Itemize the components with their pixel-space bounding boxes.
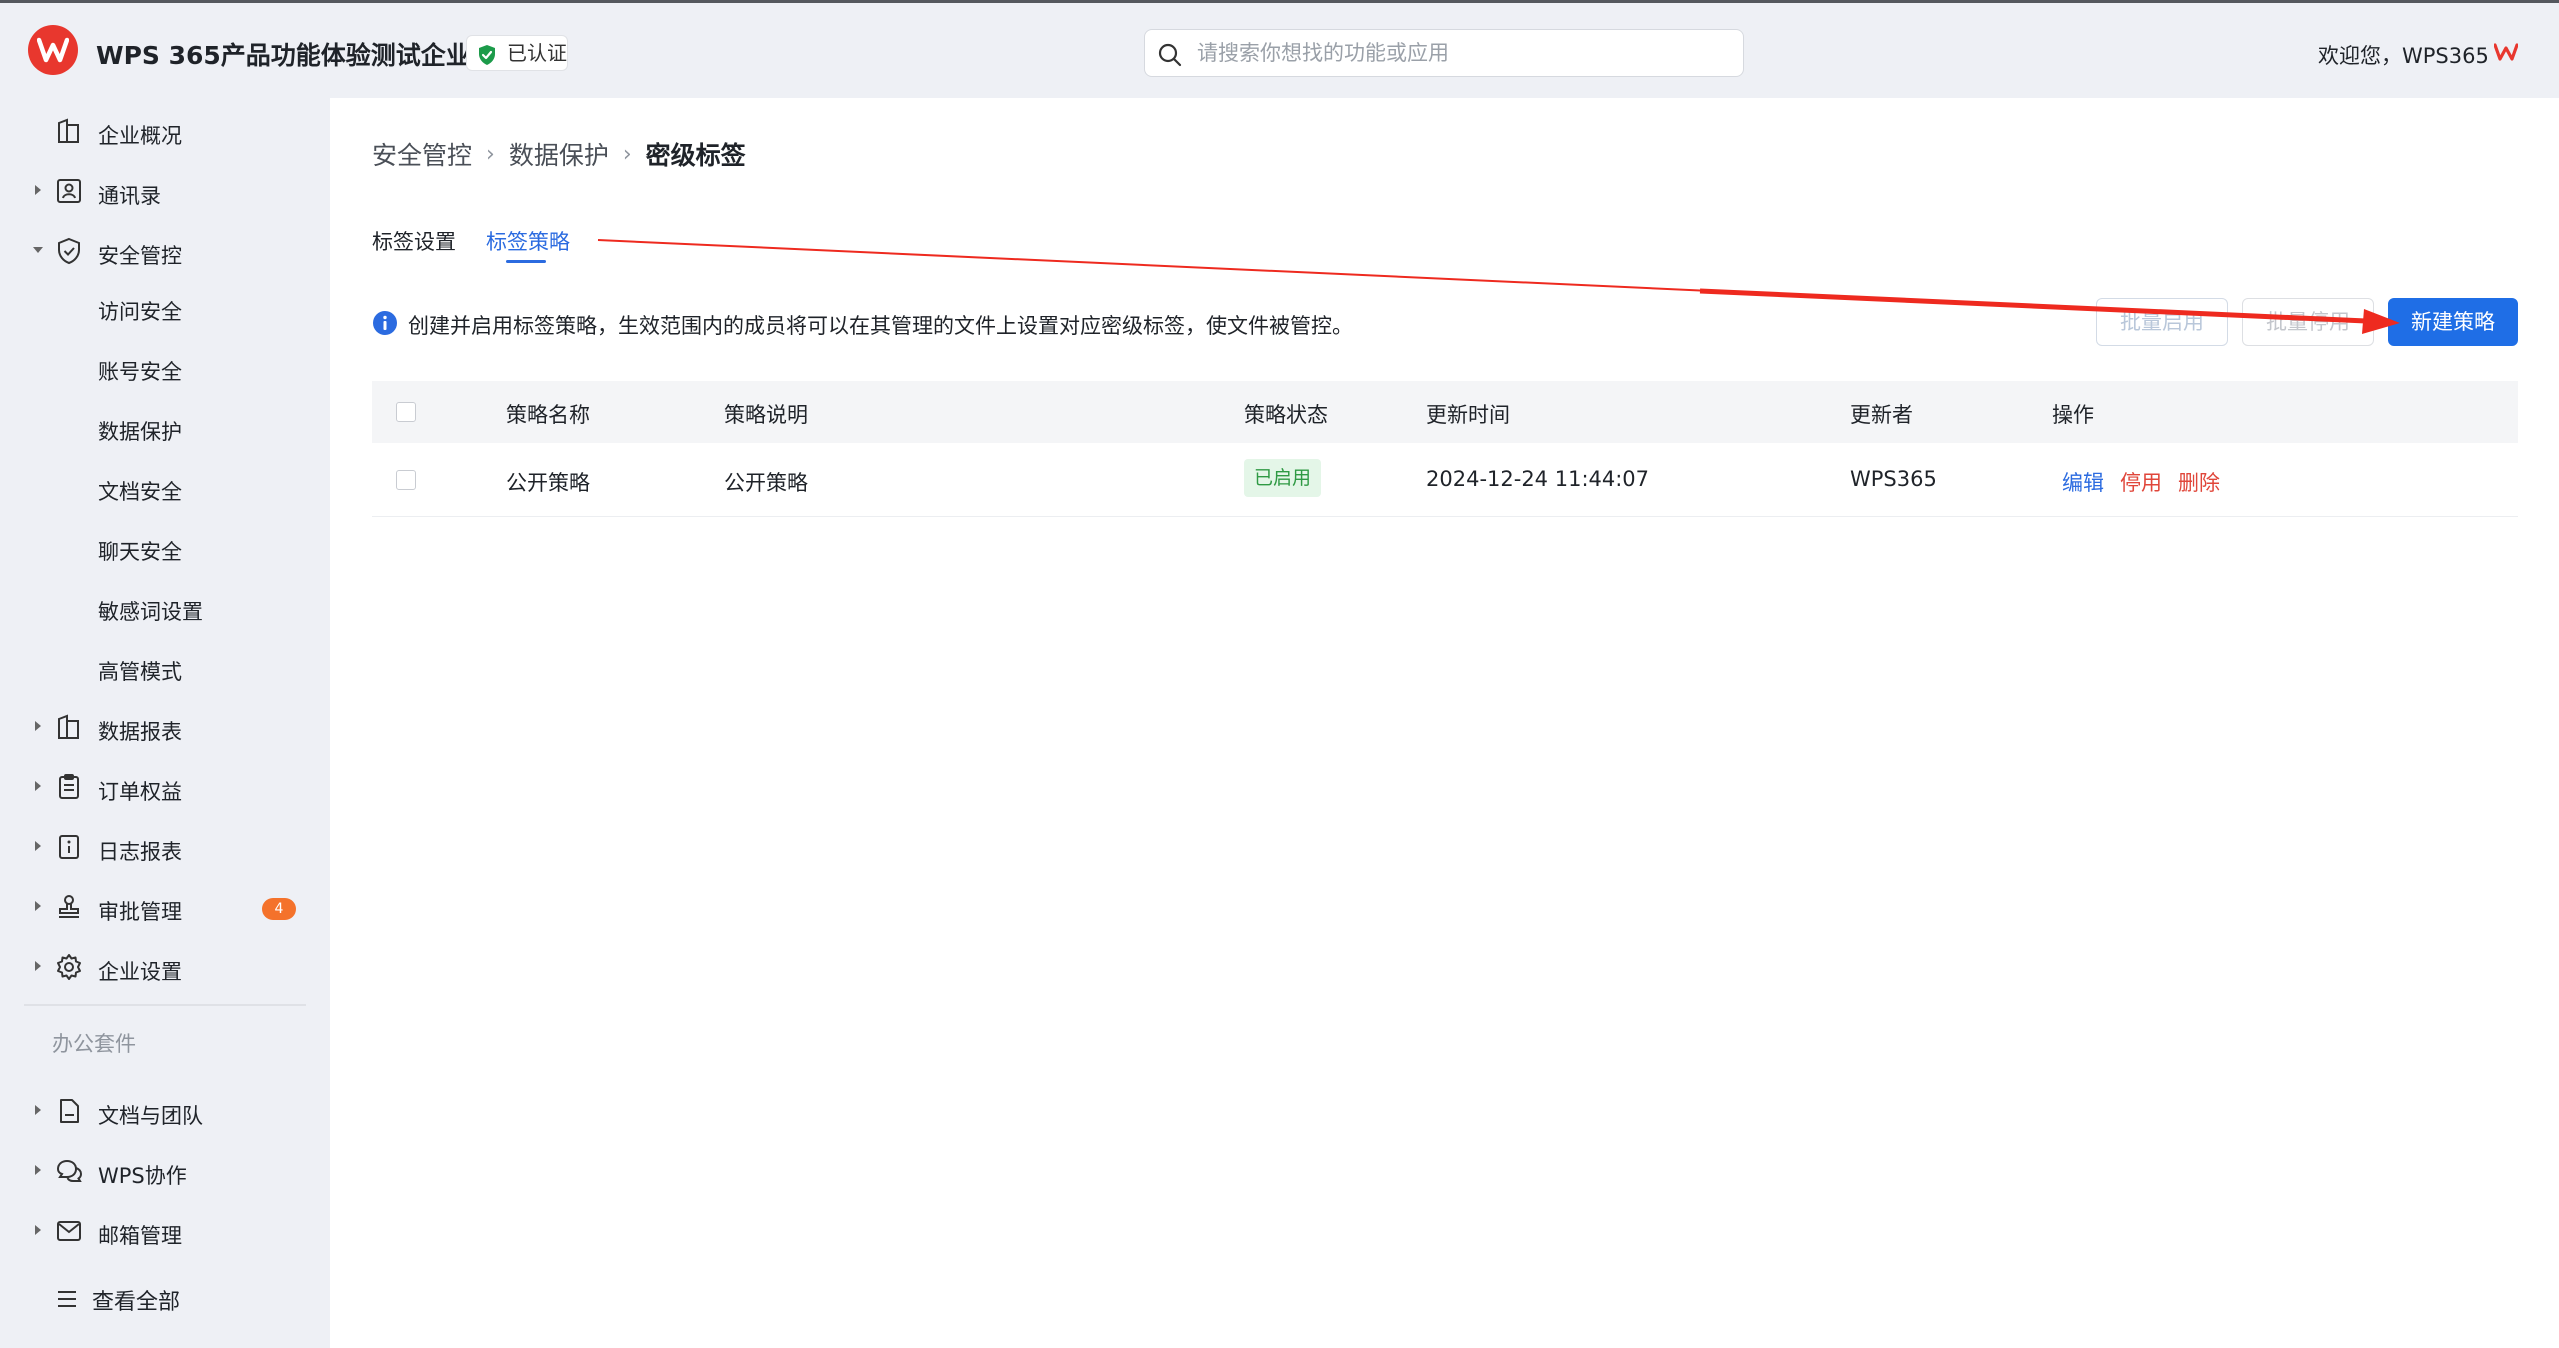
info-text: 创建并启用标签策略，生效范围内的成员将可以在其管理的文件上设置对应密级标签，使文… [408, 314, 1353, 338]
caret-right-icon [35, 841, 41, 851]
policy-desc: 公开策略 [724, 471, 808, 495]
row-checkbox[interactable] [396, 470, 416, 490]
updated-at: 2024-12-24 11:44:07 [1426, 467, 1650, 491]
certified-badge: 已认证 [466, 35, 568, 71]
status-badge: 已启用 [1244, 459, 1322, 497]
table-header: 策略名称 策略说明 策略状态 更新时间 更新者 操作 [372, 381, 2518, 443]
sidebar-item-executive-mode[interactable]: 高管模式 [0, 644, 330, 692]
chat-bubbles-icon [56, 1159, 83, 1182]
org-name: WPS 365产品功能体验测试企业 [96, 41, 471, 70]
caret-down-icon [33, 247, 43, 253]
sidebar-item-docs-teams[interactable]: 文档与团队 [0, 1088, 330, 1136]
chevron-right-icon: › [486, 141, 495, 167]
sidebar-item-overview[interactable]: 企业概况 [0, 108, 330, 156]
main-panel: 安全管控 › 数据保护 › 密级标签 标签设置 标签策略 创建并启用标签策略，生效范围内… [330, 98, 2559, 1348]
table-row: 公开策略 公开策略 已启用 2024-12-24 11:44:07 WPS365… [372, 443, 2518, 517]
mail-icon [57, 1221, 81, 1241]
edit-link[interactable]: 编辑 [2062, 467, 2104, 497]
certified-label: 已认证 [507, 41, 567, 65]
caret-right-icon [35, 901, 41, 911]
sidebar-item-data-reports[interactable]: 数据报表 [0, 704, 330, 752]
breadcrumb: 安全管控 › 数据保护 › 密级标签 [372, 136, 746, 172]
caret-right-icon [35, 1105, 41, 1115]
user-avatar-icon[interactable] [2493, 43, 2519, 65]
sidebar-item-wps-collab[interactable]: WPS协作 [0, 1148, 330, 1196]
caret-right-icon [35, 185, 41, 195]
menu-icon [58, 1291, 76, 1307]
sidebar-item-contacts[interactable]: 通讯录 [0, 168, 330, 216]
shield-icon [58, 237, 80, 265]
sidebar-item-account-security[interactable]: 账号安全 [0, 344, 330, 392]
sidebar-item-chat-security[interactable]: 聊天安全 [0, 524, 330, 572]
info-icon [373, 311, 397, 335]
approvals-count-badge: 4 [262, 898, 296, 920]
wps-logo-icon[interactable] [28, 25, 78, 75]
caret-right-icon [35, 781, 41, 791]
caret-right-icon [35, 1165, 41, 1175]
search-box[interactable] [1144, 29, 1744, 77]
column-header-actions: 操作 [2052, 403, 2094, 427]
disable-link[interactable]: 停用 [2120, 467, 2162, 497]
caret-right-icon [35, 721, 41, 731]
new-policy-button[interactable]: 新建策略 [2388, 298, 2518, 346]
breadcrumb-item[interactable]: 安全管控 [372, 141, 472, 170]
welcome-text: 欢迎您，WPS365 [2318, 44, 2489, 68]
contacts-icon [57, 179, 81, 203]
sidebar-item-approvals[interactable]: 审批管理 4 [0, 884, 330, 932]
sidebar-item-orders[interactable]: 订单权益 [0, 764, 330, 812]
document-icon [60, 1099, 79, 1123]
shield-check-icon [479, 45, 495, 65]
top-bar: WPS 365产品功能体验测试企业 已认证 欢迎您，WPS365 [0, 0, 2559, 98]
delete-link[interactable]: 删除 [2178, 467, 2220, 497]
batch-enable-button[interactable]: 批量启用 [2096, 298, 2228, 346]
policy-name: 公开策略 [506, 471, 590, 495]
caret-right-icon [35, 961, 41, 971]
sidebar-item-security[interactable]: 安全管控 [0, 228, 330, 276]
caret-right-icon [35, 1225, 41, 1235]
sidebar-divider [24, 1004, 306, 1006]
sidebar: 企业概况 通讯录 安全管控 访问安全 账号安全 数据保护 文档安全 聊天安全 敏… [0, 98, 330, 1348]
report-icon [58, 714, 79, 739]
updater: WPS365 [1850, 467, 1937, 491]
office-suite-section-label: 办公套件 [52, 1032, 136, 1056]
sidebar-item-document-security[interactable]: 文档安全 [0, 464, 330, 512]
tab-label-policy-text: 标签策略 [486, 230, 570, 254]
column-header-desc: 策略说明 [724, 403, 808, 427]
sidebar-item-mailbox[interactable]: 邮箱管理 [0, 1208, 330, 1256]
column-header-updater: 更新者 [1850, 403, 1913, 427]
stamp-icon [59, 895, 79, 918]
select-all-checkbox[interactable] [396, 402, 416, 422]
tab-active-underline [506, 260, 546, 263]
sidebar-item-settings[interactable]: 企业设置 [0, 944, 330, 992]
column-header-updated-at: 更新时间 [1426, 403, 1510, 427]
page-title: 密级标签 [645, 141, 746, 170]
sidebar-item-data-protection[interactable]: 数据保护 [0, 404, 330, 452]
breadcrumb-item[interactable]: 数据保护 [509, 141, 609, 170]
batch-disable-button[interactable]: 批量停用 [2242, 298, 2374, 346]
gear-icon [57, 954, 81, 980]
sidebar-item-sensitive-words[interactable]: 敏感词设置 [0, 584, 330, 632]
search-input[interactable] [1197, 37, 1727, 69]
tab-label-policy[interactable]: 标签策略 [486, 226, 570, 263]
building-icon [58, 118, 79, 143]
log-info-icon [59, 835, 79, 859]
clipboard-icon [59, 774, 79, 799]
sidebar-item-access-security[interactable]: 访问安全 [0, 284, 330, 332]
tab-label-settings[interactable]: 标签设置 [372, 226, 456, 256]
column-header-name: 策略名称 [506, 403, 590, 427]
sidebar-item-logs[interactable]: 日志报表 [0, 824, 330, 872]
chevron-right-icon: › [622, 141, 632, 167]
column-header-status: 策略状态 [1244, 403, 1328, 427]
search-icon [1158, 43, 1182, 67]
